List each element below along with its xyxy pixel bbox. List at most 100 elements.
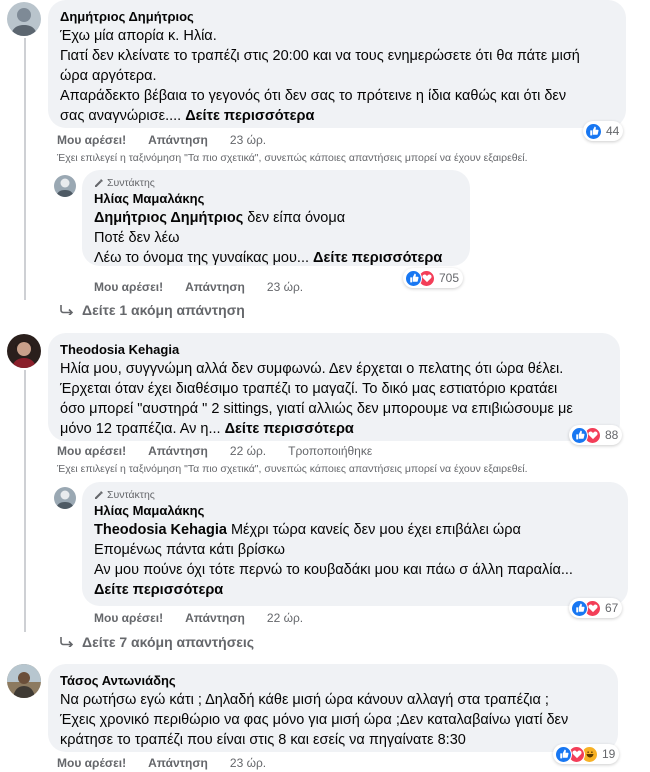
view-more-replies-button[interactable]: Δείτε 1 ακόμη απάντηση xyxy=(60,302,245,318)
reply-actions: Μου αρέσει! Απάντηση 22 ώρ. xyxy=(94,611,325,625)
comment-bubble: Τάσος Αντωνιάδης Να ρωτήσω εγώ κάτι ; Δη… xyxy=(48,664,618,752)
comment-text: Έρχεται όταν έχει διαθέσιμο τραπέζι το μ… xyxy=(60,381,558,397)
comment-text: Ηλία μου, συγγνώμη αλλά δεν συμφωνώ. Δεν… xyxy=(60,361,564,377)
see-more-link[interactable]: Δείτε περισσότερα xyxy=(94,582,223,598)
comment-text: Να ρωτήσω εγώ κάτι ; Δηλαδή κάθε μισή ώρ… xyxy=(60,692,549,708)
like-button[interactable]: Μου αρέσει! xyxy=(57,444,126,458)
avatar[interactable] xyxy=(54,487,76,509)
comment-text: Δημήτριος Δημήτριος δεν είπα όνομα xyxy=(94,208,458,228)
timestamp[interactable]: 22 ώρ. xyxy=(267,611,303,625)
like-icon xyxy=(405,269,422,287)
comment-text: μόνο 12 τραπέζια. Αν η... Δείτε περισσότ… xyxy=(60,419,608,439)
reaction-count: 67 xyxy=(605,601,619,615)
comment-author[interactable]: Δημήτριος Δημήτριος xyxy=(60,8,614,26)
edited-label: Τροποποιήθηκε xyxy=(288,444,373,458)
reaction-summary[interactable]: 44 xyxy=(583,121,624,141)
reply-arrow-icon xyxy=(60,637,74,647)
like-icon xyxy=(555,745,572,763)
author-badge-label: Συντάκτης xyxy=(107,177,155,189)
comment-text: κράτησε το τραπέζι που είναι στις 8 και … xyxy=(60,732,466,748)
reply-bubble: Συντάκτης Ηλίας Μαμαλάκης Δημήτριος Δημή… xyxy=(82,170,470,266)
comment-text: Δείτε περισσότερα xyxy=(94,580,616,600)
comment-text: Λέω το όνομα της γυναίκας μου... Δείτε π… xyxy=(94,248,458,268)
mention-link[interactable]: Δημήτριος Δημήτριος xyxy=(94,210,243,226)
person-avatar-icon xyxy=(7,664,41,698)
avatar[interactable] xyxy=(54,175,76,197)
timestamp[interactable]: 23 ώρ. xyxy=(230,133,266,147)
like-icon xyxy=(571,599,588,617)
reply-arrow-icon xyxy=(60,305,74,315)
comment-bubble: Theodosia Kehagia Ηλία μου, συγγνώμη αλλ… xyxy=(48,333,620,441)
comment-text-rest: Μέχρι τώρα κανείς δεν μου έχει επιβάλει … xyxy=(226,522,521,538)
comment-text: Έχω μία απορία κ. Ηλία. xyxy=(60,28,217,44)
sort-notice: Έχει επιλεγεί η ταξινόμηση "Τα πιο σχετι… xyxy=(57,152,528,164)
comment-actions: Μου αρέσει! Απάντηση 23 ώρ. xyxy=(57,756,288,770)
like-icon xyxy=(585,122,602,140)
comment-author[interactable]: Ηλίας Μαμαλάκης xyxy=(94,502,616,520)
comment-text: όσο μπορεί "αυστηρά " 2 sittings, γιατί … xyxy=(60,401,573,417)
view-more-replies-button[interactable]: Δείτε 7 ακόμη απαντήσεις xyxy=(60,634,254,650)
comment-actions: Μου αρέσει! Απάντηση 22 ώρ. Τροποποιήθηκ… xyxy=(57,444,372,458)
reaction-count: 44 xyxy=(606,124,620,138)
thread-line xyxy=(24,38,26,300)
timestamp[interactable]: 22 ώρ. xyxy=(230,444,266,458)
author-badge: Συντάκτης xyxy=(94,488,616,502)
comment-text: Theodosia Kehagia Μέχρι τώρα κανείς δεν … xyxy=(94,520,616,540)
comment-text-tail: σας αναγνώρισε.... xyxy=(60,108,186,124)
person-avatar-icon xyxy=(56,178,74,197)
like-button[interactable]: Μου αρέσει! xyxy=(57,756,126,770)
timestamp[interactable]: 23 ώρ. xyxy=(267,280,303,294)
comment-actions: Μου αρέσει! Απάντηση 23 ώρ. xyxy=(57,133,288,147)
timestamp[interactable]: 23 ώρ. xyxy=(230,756,266,770)
avatar[interactable] xyxy=(7,664,41,698)
reaction-summary[interactable]: 88 xyxy=(569,425,623,445)
pencil-icon xyxy=(94,178,104,188)
reply-button[interactable]: Απάντηση xyxy=(148,756,208,770)
comment-text: Γιατί δεν κλείνατε το τραπέζι στις 20:00… xyxy=(60,48,580,64)
reply-button[interactable]: Απάντηση xyxy=(148,444,208,458)
comment-text: Ποτέ δεν λέω xyxy=(94,230,180,246)
comment-text-tail: μόνο 12 τραπέζια. Αν η... xyxy=(60,421,225,437)
author-badge-label: Συντάκτης xyxy=(107,489,155,501)
reply-bubble: Συντάκτης Ηλίας Μαμαλάκης Theodosia Keha… xyxy=(82,482,628,606)
see-more-link[interactable]: Δείτε περισσότερα xyxy=(185,108,314,124)
comment-text-tail: Λέω το όνομα της γυναίκας μου... xyxy=(94,250,314,266)
see-more-link[interactable]: Δείτε περισσότερα xyxy=(313,250,442,266)
person-avatar-icon xyxy=(12,341,36,368)
like-button[interactable]: Μου αρέσει! xyxy=(57,133,126,147)
reaction-summary[interactable]: 19 xyxy=(553,744,620,764)
reaction-summary[interactable]: 705 xyxy=(403,268,464,288)
person-avatar-icon xyxy=(11,8,37,36)
comment-text: σας αναγνώρισε.... Δείτε περισσότερα xyxy=(60,106,614,126)
comment-author[interactable]: Theodosia Kehagia xyxy=(60,341,608,359)
comment-text: Αν μου πούνε όχι τότε περνώ το κουβαδάκι… xyxy=(94,562,573,578)
thread-line xyxy=(24,370,26,632)
like-button[interactable]: Μου αρέσει! xyxy=(94,280,163,294)
avatar[interactable] xyxy=(7,2,41,36)
reaction-summary[interactable]: 67 xyxy=(569,598,623,618)
comment-text-rest: δεν είπα όνομα xyxy=(243,210,346,226)
pencil-icon xyxy=(94,490,104,500)
reaction-count: 705 xyxy=(439,271,460,285)
like-button[interactable]: Μου αρέσει! xyxy=(94,611,163,625)
reply-button[interactable]: Απάντηση xyxy=(148,133,208,147)
reaction-count: 88 xyxy=(605,428,619,442)
sort-notice: Έχει επιλεγεί η ταξινόμηση "Τα πιο σχετι… xyxy=(57,463,528,475)
mention-link[interactable]: Theodosia Kehagia xyxy=(94,522,227,538)
comment-text: Επομένως πάντα κάτι βρίσκω xyxy=(94,542,285,558)
author-badge: Συντάκτης xyxy=(94,176,458,190)
reply-button[interactable]: Απάντηση xyxy=(185,611,245,625)
see-more-link[interactable]: Δείτε περισσότερα xyxy=(225,421,354,437)
avatar[interactable] xyxy=(7,334,41,368)
comment-text: ώρα αργότερα. xyxy=(60,68,157,84)
like-icon xyxy=(571,426,588,444)
reply-button[interactable]: Απάντηση xyxy=(185,280,245,294)
comment-text: Απαράδεκτο βέβαια το γεγονός ότι δεν σας… xyxy=(60,88,567,104)
reply-actions: Μου αρέσει! Απάντηση 23 ώρ. xyxy=(94,280,325,294)
comment-text: Έχεις χρονικό περιθώριο να φας μόνο για … xyxy=(60,712,569,728)
comment-author[interactable]: Τάσος Αντωνιάδης xyxy=(60,672,606,690)
comment-author[interactable]: Ηλίας Μαμαλάκης xyxy=(94,190,458,208)
reaction-count: 19 xyxy=(602,747,616,761)
comment-bubble: Δημήτριος Δημήτριος Έχω μία απορία κ. Ηλ… xyxy=(48,0,626,128)
view-more-replies-label: Δείτε 1 ακόμη απάντηση xyxy=(82,302,245,318)
